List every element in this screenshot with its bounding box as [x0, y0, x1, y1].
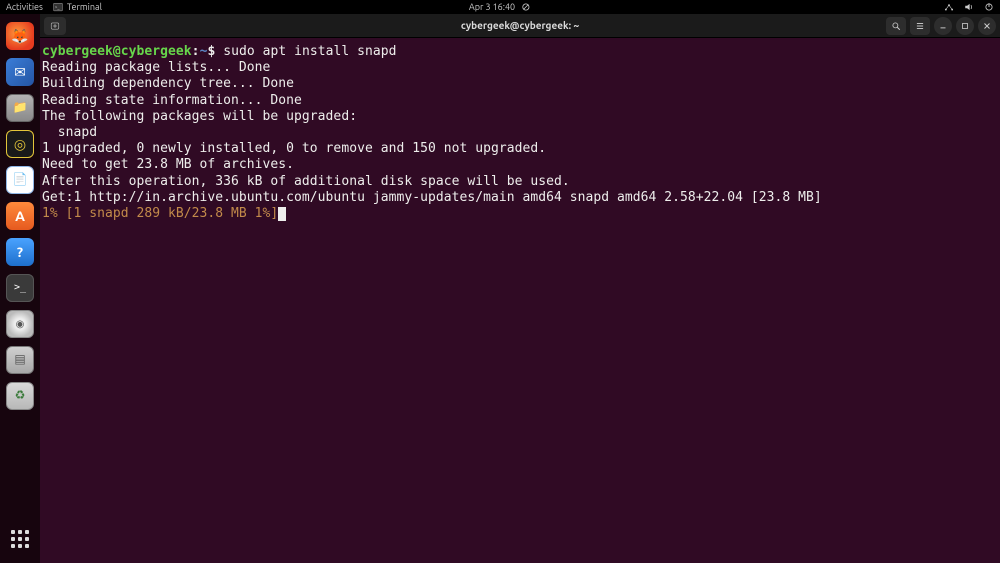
- terminal-icon: >_: [14, 283, 26, 293]
- dock: 🦊 ✉ 📁 ◎ 📄 A ? >_ ◉ ▤ ♻: [0, 14, 40, 563]
- new-tab-icon: [50, 21, 60, 31]
- minimize-button[interactable]: [934, 17, 952, 35]
- window-titlebar: cybergeek@cybergeek: ~: [40, 14, 1000, 38]
- dock-rhythmbox[interactable]: ◎: [6, 130, 34, 158]
- apps-grid-icon: [11, 530, 29, 548]
- output-line: Get:1 http://in.archive.ubuntu.com/ubunt…: [42, 190, 822, 205]
- firefox-icon: 🦊: [11, 29, 28, 43]
- dock-removable-drive[interactable]: ▤: [6, 346, 34, 374]
- output-line: Need to get 23.8 MB of archives.: [42, 157, 294, 172]
- close-icon: [982, 21, 992, 31]
- hamburger-icon: [915, 21, 925, 31]
- help-icon: ?: [17, 245, 23, 259]
- command-text: sudo apt install snapd: [223, 44, 396, 59]
- volume-icon: [964, 2, 974, 12]
- maximize-button[interactable]: [956, 17, 974, 35]
- clock[interactable]: Apr 3 16:40: [469, 2, 531, 12]
- show-applications-button[interactable]: [6, 525, 34, 553]
- app-menu[interactable]: >_ Terminal: [53, 2, 102, 12]
- search-button[interactable]: [886, 17, 906, 35]
- output-line: 1 upgraded, 0 newly installed, 0 to remo…: [42, 141, 546, 156]
- dock-disk[interactable]: ◉: [6, 310, 34, 338]
- software-icon: A: [15, 209, 25, 223]
- prompt-separator: :: [192, 44, 200, 59]
- dock-help[interactable]: ?: [6, 238, 34, 266]
- terminal-content[interactable]: cybergeek@cybergeek:~$ sudo apt install …: [40, 38, 1000, 563]
- gnome-topbar: Activities >_ Terminal Apr 3 16:40: [0, 0, 1000, 14]
- new-tab-button[interactable]: [44, 17, 66, 35]
- terminal-icon: >_: [53, 2, 63, 12]
- power-icon: [984, 2, 994, 12]
- system-status-area[interactable]: [944, 2, 994, 12]
- dock-thunderbird[interactable]: ✉: [6, 58, 34, 86]
- output-line: Building dependency tree... Done: [42, 76, 294, 91]
- activities-button[interactable]: Activities: [6, 2, 43, 12]
- output-line: The following packages will be upgraded:: [42, 109, 357, 124]
- trash-icon: ♻: [15, 390, 26, 402]
- dock-files[interactable]: 📁: [6, 94, 34, 122]
- cursor: [278, 207, 286, 221]
- drive-icon: ▤: [14, 354, 25, 366]
- menu-button[interactable]: [910, 17, 930, 35]
- terminal-window: cybergeek@cybergeek: ~ cybergeek@cyberge…: [40, 14, 1000, 563]
- dock-ubuntu-software[interactable]: A: [6, 202, 34, 230]
- clock-label: Apr 3 16:40: [469, 2, 515, 12]
- output-line: After this operation, 336 kB of addition…: [42, 174, 570, 189]
- output-line: snapd: [42, 125, 97, 140]
- app-menu-label: Terminal: [67, 2, 102, 12]
- close-button[interactable]: [978, 17, 996, 35]
- output-line: Reading state information... Done: [42, 93, 302, 108]
- network-icon: [944, 2, 954, 12]
- writer-icon: 📄: [13, 174, 28, 186]
- dock-trash[interactable]: ♻: [6, 382, 34, 410]
- dock-libreoffice-writer[interactable]: 📄: [6, 166, 34, 194]
- minimize-icon: [938, 21, 948, 31]
- search-icon: [891, 21, 901, 31]
- prompt-symbol: $: [207, 44, 215, 59]
- rhythmbox-icon: ◎: [14, 137, 26, 151]
- download-progress: 1% [1 snapd 289 kB/23.8 MB 1%]: [42, 206, 278, 221]
- output-line: Reading package lists... Done: [42, 60, 270, 75]
- window-title: cybergeek@cybergeek: ~: [461, 20, 579, 31]
- files-icon: 📁: [13, 102, 28, 114]
- thunderbird-icon: ✉: [14, 65, 26, 79]
- maximize-icon: [960, 21, 970, 31]
- dock-terminal[interactable]: >_: [6, 274, 34, 302]
- do-not-disturb-icon: [521, 2, 531, 12]
- disk-icon: ◉: [16, 319, 25, 329]
- dock-firefox[interactable]: 🦊: [6, 22, 34, 50]
- prompt-user-host: cybergeek@cybergeek: [42, 44, 192, 59]
